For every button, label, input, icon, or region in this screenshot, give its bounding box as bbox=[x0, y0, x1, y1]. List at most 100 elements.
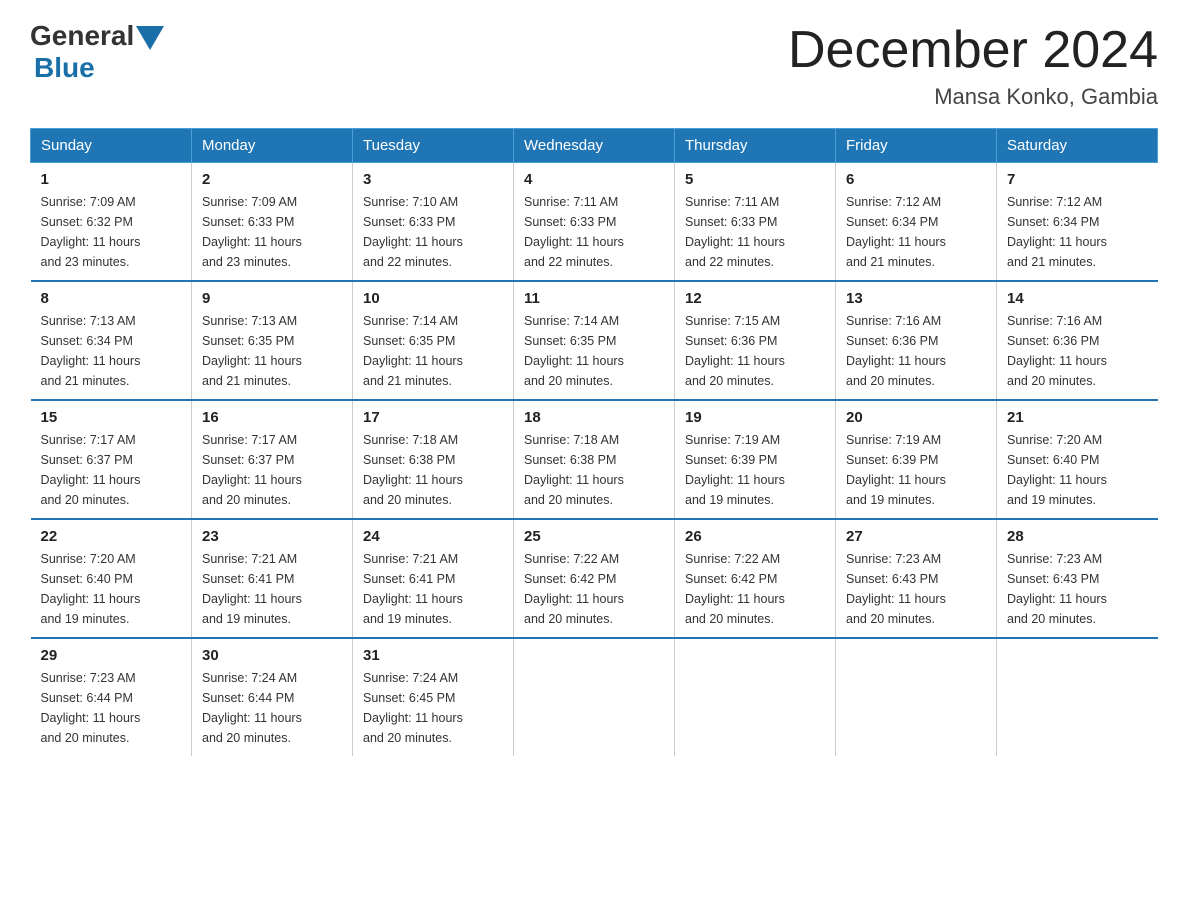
calendar-cell bbox=[514, 638, 675, 756]
weekday-row: SundayMondayTuesdayWednesdayThursdayFrid… bbox=[31, 129, 1158, 163]
day-number: 6 bbox=[846, 171, 986, 188]
day-number: 28 bbox=[1007, 528, 1148, 545]
day-info: Sunrise: 7:13 AMSunset: 6:34 PMDaylight:… bbox=[41, 311, 182, 391]
calendar-cell: 7 Sunrise: 7:12 AMSunset: 6:34 PMDaylight… bbox=[997, 163, 1158, 282]
day-number: 10 bbox=[363, 290, 503, 307]
calendar-cell: 23 Sunrise: 7:21 AMSunset: 6:41 PMDayligh… bbox=[192, 519, 353, 638]
day-info: Sunrise: 7:19 AMSunset: 6:39 PMDaylight:… bbox=[685, 430, 825, 510]
day-info: Sunrise: 7:19 AMSunset: 6:39 PMDaylight:… bbox=[846, 430, 986, 510]
page-header: General Blue December 2024 Mansa Konko, … bbox=[30, 20, 1158, 110]
day-info: Sunrise: 7:21 AMSunset: 6:41 PMDaylight:… bbox=[202, 549, 342, 629]
calendar-week-row: 15 Sunrise: 7:17 AMSunset: 6:37 PMDayligh… bbox=[31, 400, 1158, 519]
day-info: Sunrise: 7:18 AMSunset: 6:38 PMDaylight:… bbox=[524, 430, 664, 510]
calendar-cell: 24Sunrise: 7:21 AMSunset: 6:41 PMDayligh… bbox=[353, 519, 514, 638]
day-info: Sunrise: 7:11 AMSunset: 6:33 PMDaylight:… bbox=[685, 192, 825, 272]
calendar-cell: 28 Sunrise: 7:23 AMSunset: 6:43 PMDayligh… bbox=[997, 519, 1158, 638]
calendar-cell: 5Sunrise: 7:11 AMSunset: 6:33 PMDaylight… bbox=[675, 163, 836, 282]
day-info: Sunrise: 7:18 AMSunset: 6:38 PMDaylight:… bbox=[363, 430, 503, 510]
day-info: Sunrise: 7:13 AMSunset: 6:35 PMDaylight:… bbox=[202, 311, 342, 391]
calendar-week-row: 29Sunrise: 7:23 AMSunset: 6:44 PMDayligh… bbox=[31, 638, 1158, 756]
day-number: 1 bbox=[41, 171, 182, 188]
weekday-header-monday: Monday bbox=[192, 129, 353, 163]
day-number: 31 bbox=[363, 647, 503, 664]
calendar-cell: 17Sunrise: 7:18 AMSunset: 6:38 PMDayligh… bbox=[353, 400, 514, 519]
weekday-header-saturday: Saturday bbox=[997, 129, 1158, 163]
day-number: 29 bbox=[41, 647, 182, 664]
title-section: December 2024 Mansa Konko, Gambia bbox=[788, 20, 1158, 110]
day-number: 13 bbox=[846, 290, 986, 307]
weekday-header-tuesday: Tuesday bbox=[353, 129, 514, 163]
day-number: 7 bbox=[1007, 171, 1148, 188]
day-info: Sunrise: 7:16 AMSunset: 6:36 PMDaylight:… bbox=[846, 311, 986, 391]
calendar-week-row: 8 Sunrise: 7:13 AMSunset: 6:34 PMDaylight… bbox=[31, 281, 1158, 400]
calendar-cell bbox=[836, 638, 997, 756]
calendar-cell: 6Sunrise: 7:12 AMSunset: 6:34 PMDaylight… bbox=[836, 163, 997, 282]
calendar-cell: 10 Sunrise: 7:14 AMSunset: 6:35 PMDayligh… bbox=[353, 281, 514, 400]
day-number: 23 bbox=[202, 528, 342, 545]
day-number: 22 bbox=[41, 528, 182, 545]
calendar-cell: 8 Sunrise: 7:13 AMSunset: 6:34 PMDaylight… bbox=[31, 281, 192, 400]
day-number: 19 bbox=[685, 409, 825, 426]
calendar-body: 1 Sunrise: 7:09 AMSunset: 6:32 PMDaylight… bbox=[31, 163, 1158, 757]
day-number: 21 bbox=[1007, 409, 1148, 426]
logo-triangle-icon bbox=[136, 26, 164, 50]
calendar-cell: 4 Sunrise: 7:11 AMSunset: 6:33 PMDaylight… bbox=[514, 163, 675, 282]
month-title: December 2024 bbox=[788, 20, 1158, 80]
day-number: 16 bbox=[202, 409, 342, 426]
day-info: Sunrise: 7:21 AMSunset: 6:41 PMDaylight:… bbox=[363, 549, 503, 629]
day-info: Sunrise: 7:14 AMSunset: 6:35 PMDaylight:… bbox=[363, 311, 503, 391]
day-info: Sunrise: 7:14 AMSunset: 6:35 PMDaylight:… bbox=[524, 311, 664, 391]
calendar-cell: 25 Sunrise: 7:22 AMSunset: 6:42 PMDayligh… bbox=[514, 519, 675, 638]
day-info: Sunrise: 7:11 AMSunset: 6:33 PMDaylight:… bbox=[524, 192, 664, 272]
calendar-cell: 13 Sunrise: 7:16 AMSunset: 6:36 PMDayligh… bbox=[836, 281, 997, 400]
calendar-cell: 30 Sunrise: 7:24 AMSunset: 6:44 PMDayligh… bbox=[192, 638, 353, 756]
day-info: Sunrise: 7:24 AMSunset: 6:44 PMDaylight:… bbox=[202, 668, 342, 748]
day-info: Sunrise: 7:23 AMSunset: 6:43 PMDaylight:… bbox=[1007, 549, 1148, 629]
weekday-header-wednesday: Wednesday bbox=[514, 129, 675, 163]
day-number: 18 bbox=[524, 409, 664, 426]
calendar-cell: 15 Sunrise: 7:17 AMSunset: 6:37 PMDayligh… bbox=[31, 400, 192, 519]
calendar-cell: 16Sunrise: 7:17 AMSunset: 6:37 PMDayligh… bbox=[192, 400, 353, 519]
location-title: Mansa Konko, Gambia bbox=[788, 84, 1158, 110]
weekday-header-friday: Friday bbox=[836, 129, 997, 163]
day-info: Sunrise: 7:16 AMSunset: 6:36 PMDaylight:… bbox=[1007, 311, 1148, 391]
calendar-cell: 3Sunrise: 7:10 AMSunset: 6:33 PMDaylight… bbox=[353, 163, 514, 282]
calendar-cell: 12 Sunrise: 7:15 AMSunset: 6:36 PMDayligh… bbox=[675, 281, 836, 400]
calendar-cell: 29Sunrise: 7:23 AMSunset: 6:44 PMDayligh… bbox=[31, 638, 192, 756]
calendar-cell: 19 Sunrise: 7:19 AMSunset: 6:39 PMDayligh… bbox=[675, 400, 836, 519]
day-info: Sunrise: 7:17 AMSunset: 6:37 PMDaylight:… bbox=[41, 430, 182, 510]
day-info: Sunrise: 7:22 AMSunset: 6:42 PMDaylight:… bbox=[524, 549, 664, 629]
day-info: Sunrise: 7:09 AMSunset: 6:32 PMDaylight:… bbox=[41, 192, 182, 272]
calendar-cell: 18 Sunrise: 7:18 AMSunset: 6:38 PMDayligh… bbox=[514, 400, 675, 519]
calendar-cell: 14 Sunrise: 7:16 AMSunset: 6:36 PMDayligh… bbox=[997, 281, 1158, 400]
day-info: Sunrise: 7:09 AMSunset: 6:33 PMDaylight:… bbox=[202, 192, 342, 272]
calendar-table: SundayMondayTuesdayWednesdayThursdayFrid… bbox=[30, 128, 1158, 756]
day-number: 12 bbox=[685, 290, 825, 307]
day-number: 11 bbox=[524, 290, 664, 307]
day-number: 14 bbox=[1007, 290, 1148, 307]
day-info: Sunrise: 7:22 AMSunset: 6:42 PMDaylight:… bbox=[685, 549, 825, 629]
weekday-header-sunday: Sunday bbox=[31, 129, 192, 163]
calendar-cell: 11 Sunrise: 7:14 AMSunset: 6:35 PMDayligh… bbox=[514, 281, 675, 400]
day-number: 30 bbox=[202, 647, 342, 664]
calendar-cell: 20 Sunrise: 7:19 AMSunset: 6:39 PMDayligh… bbox=[836, 400, 997, 519]
day-number: 27 bbox=[846, 528, 986, 545]
day-number: 2 bbox=[202, 171, 342, 188]
calendar-cell: 26Sunrise: 7:22 AMSunset: 6:42 PMDayligh… bbox=[675, 519, 836, 638]
calendar-cell: 9Sunrise: 7:13 AMSunset: 6:35 PMDaylight… bbox=[192, 281, 353, 400]
calendar-cell: 27Sunrise: 7:23 AMSunset: 6:43 PMDayligh… bbox=[836, 519, 997, 638]
day-number: 25 bbox=[524, 528, 664, 545]
day-info: Sunrise: 7:20 AMSunset: 6:40 PMDaylight:… bbox=[1007, 430, 1148, 510]
logo-general-text: General bbox=[30, 20, 134, 52]
day-number: 4 bbox=[524, 171, 664, 188]
day-number: 20 bbox=[846, 409, 986, 426]
day-info: Sunrise: 7:20 AMSunset: 6:40 PMDaylight:… bbox=[41, 549, 182, 629]
day-number: 8 bbox=[41, 290, 182, 307]
calendar-cell: 22 Sunrise: 7:20 AMSunset: 6:40 PMDayligh… bbox=[31, 519, 192, 638]
day-info: Sunrise: 7:15 AMSunset: 6:36 PMDaylight:… bbox=[685, 311, 825, 391]
calendar-cell: 2 Sunrise: 7:09 AMSunset: 6:33 PMDaylight… bbox=[192, 163, 353, 282]
calendar-week-row: 1 Sunrise: 7:09 AMSunset: 6:32 PMDaylight… bbox=[31, 163, 1158, 282]
logo: General Blue bbox=[30, 20, 164, 84]
day-info: Sunrise: 7:12 AMSunset: 6:34 PMDaylight:… bbox=[1007, 192, 1148, 272]
day-number: 15 bbox=[41, 409, 182, 426]
